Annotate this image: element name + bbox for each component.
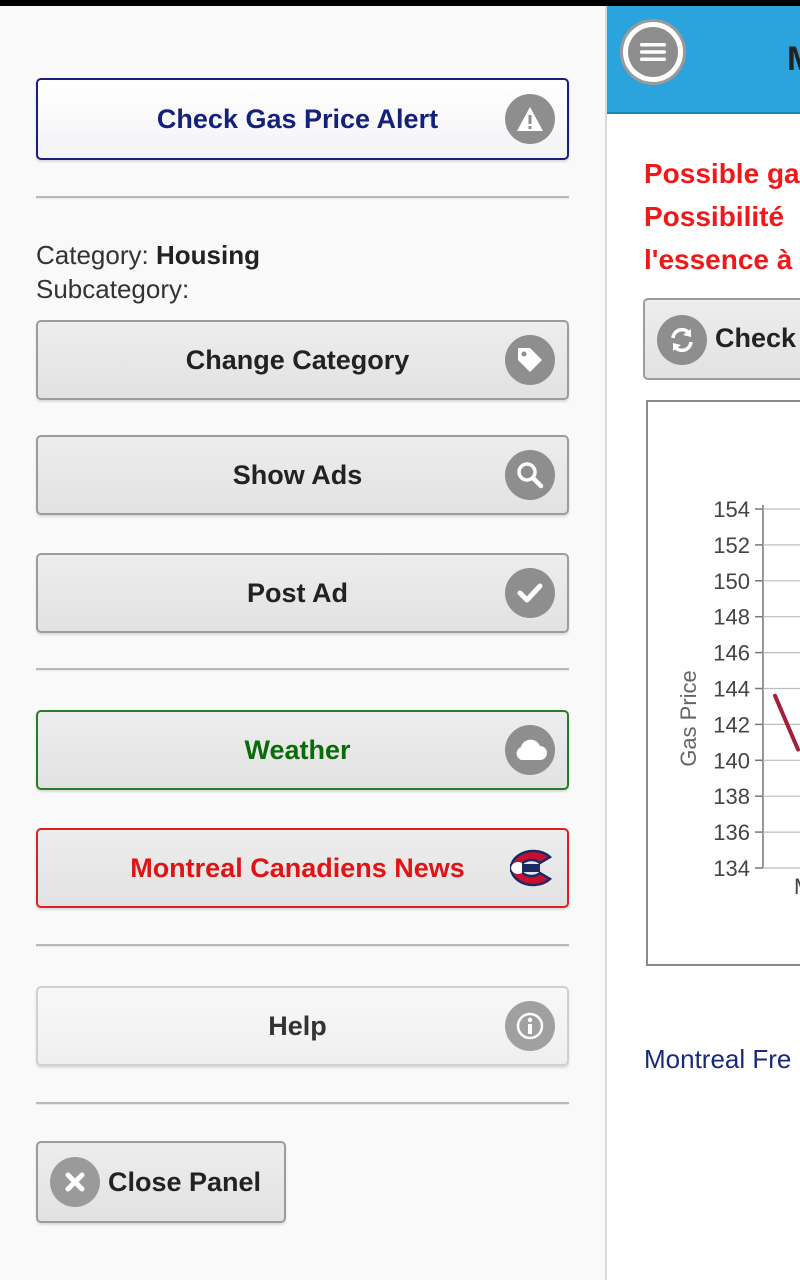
y-tick-label: 138: [713, 784, 750, 809]
weather-button[interactable]: Weather: [36, 710, 569, 790]
check-icon: [505, 568, 555, 618]
category-info: Category: Housing Subcategory:: [36, 238, 260, 306]
divider: [36, 668, 569, 670]
y-tick-label: 152: [713, 533, 750, 558]
y-tick-label: 148: [713, 605, 750, 630]
check-gas-price-alert-label: Check Gas Price Alert: [156, 103, 439, 134]
y-tick-label: 150: [713, 569, 750, 594]
subcategory-prefix: Subcategory:: [36, 274, 190, 304]
warning-line: Possible ga: [644, 158, 800, 189]
gas-price-warning: Possible ga Possibilité l'essence à: [644, 152, 800, 281]
check-button[interactable]: Check: [643, 298, 800, 380]
y-tick-label: 144: [713, 677, 750, 702]
show-ads-button[interactable]: Show Ads: [36, 435, 569, 515]
y-tick-label: 146: [713, 641, 750, 666]
close-panel-button[interactable]: Close Panel: [36, 1141, 286, 1223]
y-axis-label: Gas Price: [676, 670, 701, 767]
montreal-free-link[interactable]: Montreal Fre: [644, 1044, 791, 1075]
montreal-canadiens-news-label: Montreal Canadiens News: [130, 852, 465, 883]
post-ad-label: Post Ad: [247, 577, 348, 608]
close-panel-label: Close Panel: [108, 1166, 262, 1197]
side-panel: Check Gas Price Alert Category: Housing …: [0, 6, 605, 1280]
help-button[interactable]: Help: [36, 986, 569, 1066]
refresh-icon: [657, 315, 707, 365]
check-gas-price-alert-button[interactable]: Check Gas Price Alert: [36, 78, 569, 160]
top-app-bar: M: [607, 6, 800, 114]
post-ad-button[interactable]: Post Ad: [36, 553, 569, 633]
menu-button[interactable]: [620, 19, 686, 85]
divider: [36, 196, 569, 198]
help-label: Help: [268, 1010, 327, 1041]
divider: [36, 1102, 569, 1104]
weather-label: Weather: [244, 734, 351, 765]
y-tick-label: 134: [713, 856, 750, 881]
warning-line: l'essence à: [644, 244, 793, 275]
cloud-icon: [505, 725, 555, 775]
check-label: Check: [715, 322, 797, 353]
show-ads-label: Show Ads: [232, 459, 363, 490]
main-content: M Possible ga Possibilité l'essence à Ch…: [605, 6, 800, 1280]
tag-icon: [505, 335, 555, 385]
y-tick-label: 136: [713, 820, 750, 845]
category-prefix: Category:: [36, 240, 149, 270]
x-tick-label: M: [794, 874, 800, 899]
category-value: Housing: [155, 240, 260, 270]
series-line: [773, 693, 800, 752]
warning-line: Possibilité: [644, 201, 785, 232]
gas-price-chart: 154 152 150 148 146 144 142 140 138 136 134 Gas Pri…: [646, 400, 800, 966]
warning-icon: [505, 94, 555, 144]
change-category-label: Change Category: [185, 344, 410, 375]
y-tick-label: 154: [713, 497, 750, 522]
menu-icon: [628, 27, 678, 77]
y-tick-label: 140: [713, 748, 750, 773]
divider: [36, 944, 569, 946]
canadiens-logo-icon: [499, 843, 555, 893]
y-tick-label: 142: [713, 712, 750, 737]
info-icon: [505, 1001, 555, 1051]
chart-svg: 154 152 150 148 146 144 142 140 138 136 134 Gas Pri…: [676, 497, 800, 899]
montreal-canadiens-news-button[interactable]: Montreal Canadiens News: [36, 828, 569, 908]
app-title: M: [787, 40, 800, 79]
change-category-button[interactable]: Change Category: [36, 320, 569, 400]
search-icon: [505, 450, 555, 500]
